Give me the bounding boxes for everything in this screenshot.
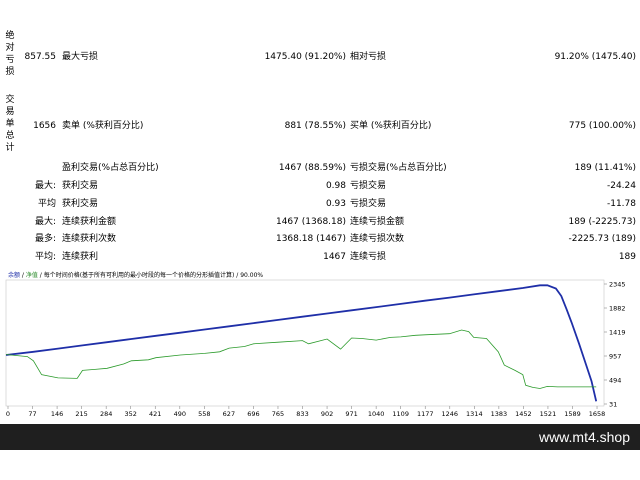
stat-right-label: 连续亏损次数 [350, 234, 405, 244]
x-tick-label: 352 [125, 410, 137, 418]
stat-right-value: -11.78 [606, 199, 636, 209]
x-tick-label: 971 [345, 410, 357, 418]
stat-left-label: 获利交易 [62, 181, 99, 191]
y-tick-label: 1419 [609, 329, 626, 337]
equity-line [5, 329, 597, 389]
footer-bar: www.mt4.shop [0, 424, 640, 450]
profit-trades-value: 1467 (88.59%) [278, 163, 346, 173]
x-tick-label: 1658 [589, 410, 606, 418]
x-tick-label: 146 [51, 410, 63, 418]
profit-trades-label: 盈利交易(%占总百分比) [62, 163, 159, 173]
stat-left-value: 1368.18 (1467) [275, 234, 346, 244]
short-trades-value: 881 (78.55%) [284, 121, 346, 131]
x-tick-label: 1452 [515, 410, 532, 418]
balance-equity-chart: 余额 / 净值 / 每个时间价格(基于所有可利用的最小时段的每一个价格的分形插值… [0, 266, 640, 424]
relative-loss-value: 91.20% (1475.40) [554, 52, 636, 62]
relative-loss-label: 相对亏损 [350, 52, 387, 62]
x-tick-label: 558 [198, 410, 210, 418]
section-trades-label: 交易单总计 [5, 95, 15, 153]
stat-prefix: 平均 [37, 199, 56, 209]
stat-left-value: 0.98 [325, 181, 346, 191]
max-loss-value: 1475.40 (91.20%) [264, 52, 346, 62]
x-tick-label: 1177 [417, 410, 434, 418]
stat-left-label: 连续获利次数 [62, 234, 117, 244]
x-tick-label: 902 [321, 410, 333, 418]
stat-right-value: -2225.73 (189) [568, 234, 636, 244]
stat-right-value: -24.24 [606, 181, 636, 191]
section-absolute-label: 绝对亏损 [5, 31, 15, 77]
x-tick-label: 77 [28, 410, 36, 418]
long-trades-value: 775 (100.00%) [568, 121, 636, 131]
stat-left-value: 0.93 [325, 199, 346, 209]
stat-right-label: 亏损交易 [350, 199, 387, 209]
short-trades-label: 卖单 (%获利百分比) [62, 121, 144, 131]
stat-prefix: 平均: [34, 252, 56, 262]
x-tick-label: 1521 [540, 410, 557, 418]
x-tick-label: 0 [6, 410, 10, 418]
x-tick-label: 215 [75, 410, 87, 418]
bottom-margin [0, 450, 640, 480]
y-tick-label: 1882 [609, 305, 626, 313]
x-tick-label: 696 [247, 410, 259, 418]
x-tick-label: 1040 [368, 410, 385, 418]
absolute-loss-value: 857.55 [24, 52, 57, 62]
x-tick-label: 421 [149, 410, 161, 418]
stat-right-label: 连续亏损 [350, 252, 387, 262]
x-tick-label: 1589 [564, 410, 581, 418]
stat-right-value: 189 [618, 252, 636, 262]
y-tick-label: 957 [609, 353, 621, 361]
y-tick-label: 31 [609, 401, 617, 409]
brand-watermark: www.mt4.shop [538, 429, 630, 445]
stat-left-value: 1467 [323, 252, 346, 262]
stat-left-value: 1467 (1368.18) [275, 217, 346, 227]
stat-right-label: 亏损交易 [350, 181, 387, 191]
max-loss-label: 最大亏损 [62, 52, 99, 62]
x-tick-label: 1109 [392, 410, 409, 418]
balance-line [5, 284, 598, 402]
stat-prefix: 最大: [34, 181, 56, 191]
loss-trades-label: 亏损交易(%占总百分比) [350, 163, 447, 173]
long-trades-label: 买单 (%获利百分比) [350, 121, 432, 131]
x-tick-label: 833 [296, 410, 308, 418]
stat-right-label: 连续亏损金额 [350, 217, 405, 227]
x-tick-label: 284 [100, 410, 112, 418]
x-tick-label: 765 [272, 410, 284, 418]
stat-left-label: 连续获利 [62, 252, 99, 262]
report-panel: 绝对亏损 交易单总计 857.55 最大亏损 1475.40 (91.20%) … [0, 0, 640, 266]
loss-trades-value: 189 (11.41%) [574, 163, 636, 173]
x-tick-label: 1246 [441, 410, 458, 418]
total-trades-value: 1656 [33, 121, 56, 131]
stat-prefix: 最多: [34, 234, 56, 244]
x-tick-label: 1383 [491, 410, 508, 418]
stat-prefix: 最大: [34, 217, 56, 227]
x-tick-label: 627 [223, 410, 235, 418]
chart-plot: 0 77 146 215 284 352 421 490 558 627 696 765 833 902 9… [5, 279, 626, 418]
y-tick-label: 494 [609, 377, 621, 385]
stat-left-label: 连续获利金额 [62, 217, 117, 227]
y-tick-label: 2345 [609, 281, 626, 289]
x-tick-label: 490 [174, 410, 186, 418]
stat-left-label: 获利交易 [62, 199, 99, 209]
x-tick-label: 1314 [466, 410, 483, 418]
stat-right-value: 189 (-2225.73) [568, 217, 636, 227]
